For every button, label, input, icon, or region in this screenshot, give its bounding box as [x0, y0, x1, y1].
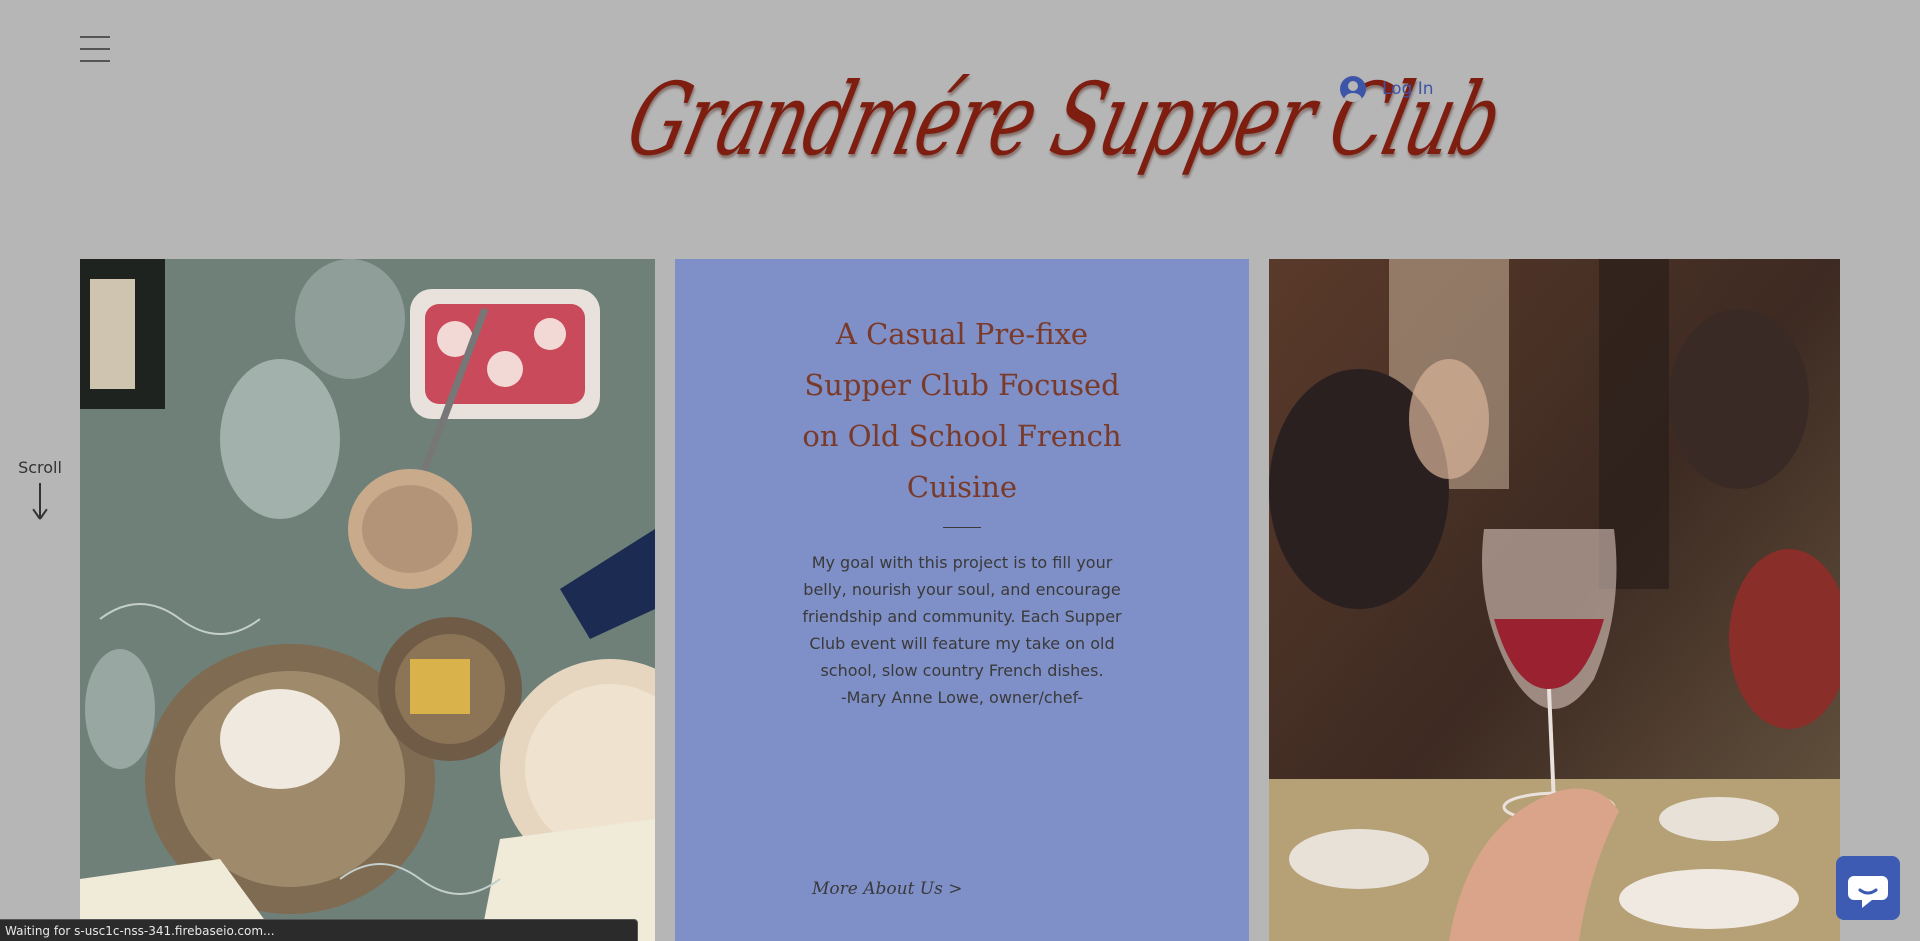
dinner-table-photo — [80, 259, 655, 941]
browser-status-bar: Waiting for s-usc1c-nss-341.firebaseio.c… — [0, 919, 638, 941]
hamburger-menu-icon[interactable] — [80, 36, 110, 62]
scroll-label: Scroll — [18, 458, 62, 477]
intro-body: My goal with this project is to fill you… — [802, 553, 1122, 707]
heading-divider — [943, 527, 981, 528]
user-avatar-icon — [1340, 76, 1366, 102]
more-about-us-link[interactable]: More About Us > — [812, 879, 963, 899]
arrow-down-icon — [39, 483, 41, 519]
site-logo[interactable]: Grandmére Supper Club — [613, 55, 1512, 195]
intro-panel: A Casual Pre-fixe Supper Club Focused on… — [675, 259, 1249, 941]
login-label: Log In — [1382, 79, 1434, 99]
chat-bubble-icon[interactable] — [1836, 856, 1900, 920]
login-button[interactable]: Log In — [1340, 76, 1434, 102]
scroll-indicator[interactable]: Scroll — [18, 458, 62, 519]
intro-heading: A Casual Pre-fixe Supper Club Focused on… — [802, 317, 1122, 504]
wine-toast-photo — [1269, 259, 1840, 941]
